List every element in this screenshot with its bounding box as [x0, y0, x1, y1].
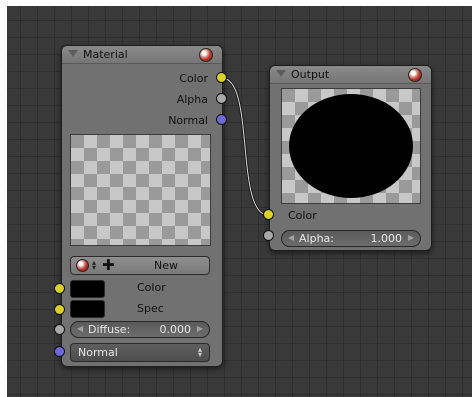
- output-label-alpha: Alpha: [176, 93, 208, 106]
- node-editor-canvas[interactable]: Material Color Alpha Normal ▴ ▾ ✚ New Col…: [0, 0, 472, 397]
- material-color-output-socket[interactable]: [216, 72, 227, 83]
- output-node[interactable]: Output Color ◀ Alpha: 1.000 ▶: [269, 65, 432, 251]
- increment-arrow-icon[interactable]: ▶: [408, 233, 414, 242]
- decrement-arrow-icon[interactable]: ◀: [77, 324, 83, 333]
- diffuse-value: 0.000: [159, 323, 192, 336]
- color-link-wire-highlight: [221, 77, 269, 216]
- input-label-color: Color: [137, 281, 166, 294]
- material-alpha-output-socket[interactable]: [216, 93, 227, 104]
- material-normal-output-socket[interactable]: [216, 114, 227, 125]
- normal-dropdown-value: Normal: [78, 346, 118, 359]
- up-down-arrows-icon: ▴ ▾: [197, 345, 202, 359]
- up-down-arrows-icon: ▴ ▾: [91, 258, 96, 272]
- output-preview: [281, 88, 421, 204]
- color-link-wire: [221, 76, 269, 217]
- output-alpha-input-socket[interactable]: [263, 230, 274, 241]
- output-sphere-icon[interactable]: [408, 68, 422, 82]
- alpha-value: 1.000: [370, 232, 403, 245]
- decrement-arrow-icon[interactable]: ◀: [288, 233, 294, 242]
- collapse-arrow-icon[interactable]: [276, 70, 286, 77]
- collapse-arrow-icon[interactable]: [68, 50, 78, 57]
- material-datablock-selector[interactable]: ▴ ▾ ✚ New: [70, 256, 210, 275]
- spec-swatch[interactable]: [70, 300, 105, 318]
- output-node-title: Output: [291, 68, 330, 81]
- alpha-label: Alpha:: [299, 232, 334, 245]
- material-preview: [70, 134, 211, 246]
- plus-icon[interactable]: ✚: [102, 258, 115, 273]
- output-label-color: Color: [179, 72, 208, 85]
- material-color-input-socket[interactable]: [54, 283, 65, 294]
- normal-dropdown[interactable]: Normal ▴ ▾: [70, 343, 210, 362]
- new-material-button[interactable]: New: [154, 259, 178, 272]
- material-browse-icon[interactable]: [76, 259, 89, 272]
- material-node-title: Material: [83, 48, 128, 61]
- material-node-header[interactable]: Material: [62, 46, 222, 64]
- output-label-normal: Normal: [168, 114, 208, 127]
- output-node-header[interactable]: Output: [270, 66, 431, 84]
- material-spec-input-socket[interactable]: [54, 304, 65, 315]
- material-normal-input-socket[interactable]: [54, 346, 65, 357]
- material-diffuse-input-socket[interactable]: [54, 324, 65, 335]
- diffuse-label: Diffuse:: [88, 323, 131, 336]
- output-color-input-socket[interactable]: [263, 209, 274, 220]
- material-node[interactable]: Material Color Alpha Normal ▴ ▾ ✚ New Col…: [61, 45, 223, 367]
- diffuse-field[interactable]: ◀ Diffuse: 0.000 ▶: [70, 321, 210, 338]
- preview-sphere: [289, 94, 413, 198]
- input-label-spec: Spec: [137, 302, 164, 315]
- increment-arrow-icon[interactable]: ▶: [197, 324, 203, 333]
- material-sphere-icon[interactable]: [199, 48, 213, 62]
- color-swatch[interactable]: [70, 280, 105, 298]
- alpha-field[interactable]: ◀ Alpha: 1.000 ▶: [281, 230, 421, 247]
- output-input-label-color: Color: [288, 209, 317, 222]
